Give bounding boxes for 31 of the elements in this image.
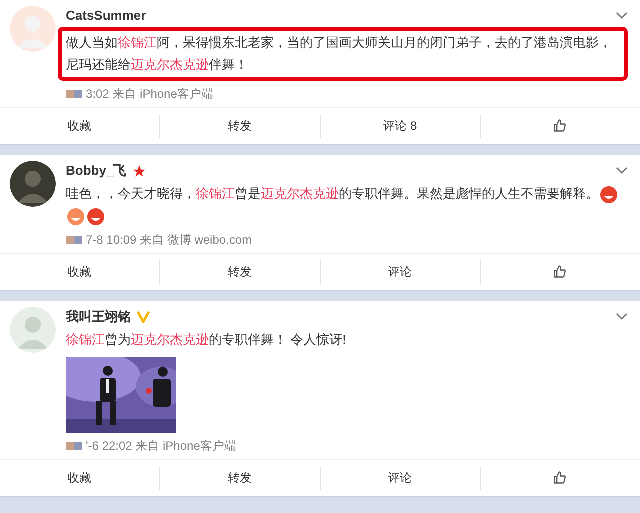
chevron-down-icon[interactable]: [616, 167, 628, 175]
action-button[interactable]: 收藏: [68, 263, 92, 281]
post-text: 做人当如徐锦江阿，呆得惯东北老家，当的了国画大师关山月的闭门弟子，去的了港岛演电影，尼玛还能给迈克尔杰克逊伴舞！: [66, 34, 613, 74]
emoji-icon: [66, 206, 86, 227]
action-button[interactable]: 评论: [388, 263, 412, 281]
pixelated-mark: [66, 442, 82, 450]
chevron-down-icon[interactable]: [616, 12, 628, 20]
author-name[interactable]: 我叫王翊铭: [66, 307, 131, 327]
thumbs-up-icon: [553, 265, 568, 279]
pixelated-mark: [66, 90, 82, 98]
author-name[interactable]: Bobby_飞: [66, 161, 127, 181]
post-text: 哇色，，今天才晓得，徐锦江曾是迈克尔杰克逊的专职伴舞。果然是彪悍的人生不需要解释。: [66, 183, 628, 227]
pixelated-mark: [66, 236, 82, 244]
action-button[interactable]: 转发: [228, 263, 252, 281]
post-meta: 7-8 10:09 来自 微博 weibo.com: [86, 232, 252, 249]
action-button[interactable]: 评论 8: [383, 117, 418, 135]
action-button[interactable]: 收藏: [68, 117, 92, 135]
post-meta: 3:02 来自 iPhone客户端: [86, 86, 214, 103]
emoji-icon: [599, 184, 619, 205]
post-meta: '-6 22:02 来自 iPhone客户端: [86, 438, 236, 455]
post-text: 徐锦江曾为迈克尔杰克逊的专职伴舞！ 令人惊讶!: [66, 331, 348, 349]
action-button[interactable]: 转发: [228, 469, 252, 487]
emoji-icon: [86, 206, 106, 227]
action-button[interactable]: 转发: [228, 117, 252, 135]
thumbs-up-icon: [553, 471, 568, 485]
action-button[interactable]: 评论: [388, 469, 412, 487]
avatar[interactable]: [10, 161, 56, 207]
action-button[interactable]: 收藏: [68, 469, 92, 487]
thumbs-up-icon: [553, 119, 568, 133]
author-name[interactable]: CatsSummer: [66, 6, 146, 26]
chevron-down-icon[interactable]: [616, 313, 628, 321]
